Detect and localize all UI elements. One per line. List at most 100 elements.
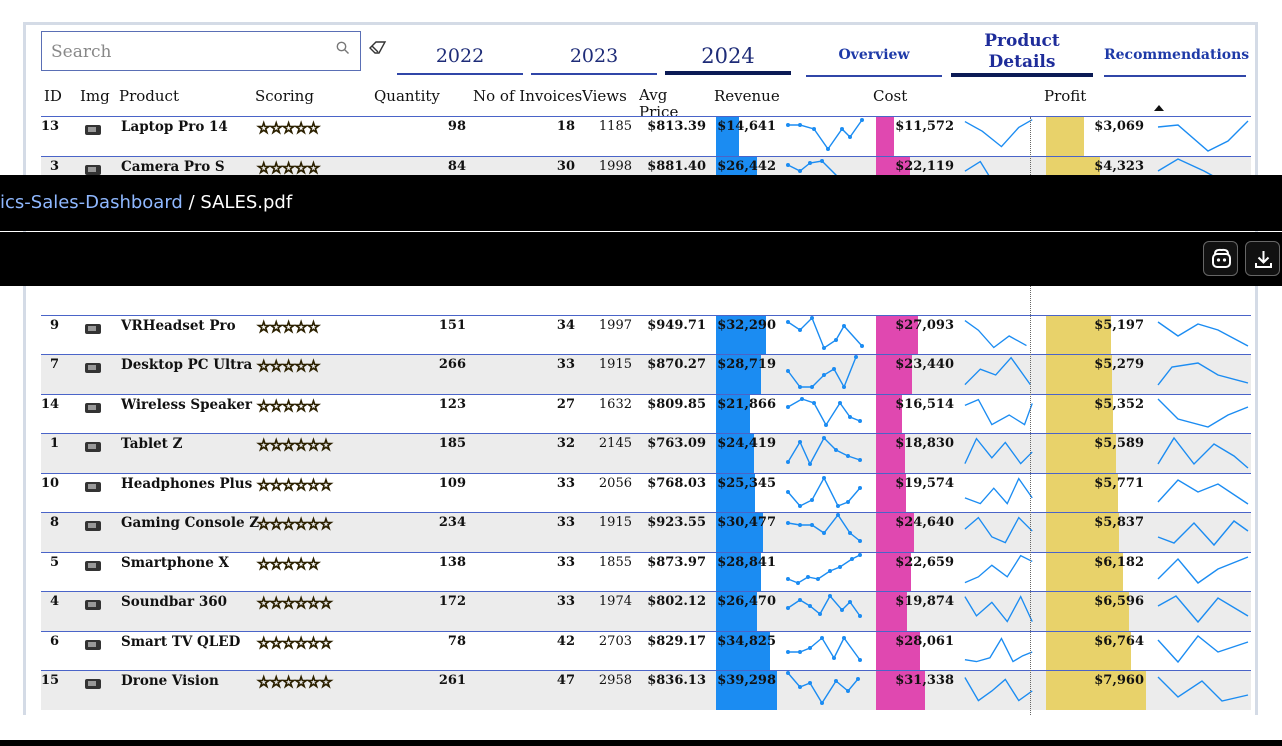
table-row[interactable]: 6 Smart TV QLED ☆☆☆☆☆☆ 78 42 2703 $829.17 $34,8… [41, 631, 1251, 671]
search-box[interactable]: Search [41, 31, 361, 71]
table-row[interactable]: 9 VRHeadset Pro ☆☆☆☆☆ 151 34 1997 $949.71 $32,2… [41, 315, 1251, 355]
cost-value: $19,874 [895, 594, 954, 609]
avg-price-value: $949.71 [647, 318, 706, 333]
breadcrumb-file: SALES.pdf [200, 192, 293, 213]
cost-value: $16,514 [895, 397, 954, 412]
sales-report: Search 2022 2023 2024 Overview Product D… [23, 22, 1258, 715]
table-row[interactable]: 8 Gaming Console Z ☆☆☆☆☆☆ 234 33 1915 $923.55 $… [41, 512, 1251, 552]
col-cost[interactable]: Cost [873, 87, 907, 105]
table-row[interactable]: 14 Wireless Speaker ☆☆☆☆☆ 123 27 1632 $809.85 $… [41, 394, 1251, 434]
tab-2023[interactable]: 2023 [531, 35, 657, 75]
product-name: Laptop Pro 14 [121, 119, 228, 135]
tab-2024[interactable]: 2024 [665, 35, 791, 75]
col-img[interactable]: Img [80, 87, 110, 105]
broken-image-icon [82, 517, 106, 535]
profit-sparkline [1157, 362, 1249, 386]
views-value: 1915 [598, 515, 632, 530]
rating-stars: ☆☆☆☆☆ [257, 357, 321, 376]
product-name: Tablet Z [121, 436, 183, 452]
tab-2022[interactable]: 2022 [397, 35, 523, 75]
profit-value: $4,323 [1094, 159, 1144, 174]
revenue-sparkline [786, 316, 864, 350]
product-name: Gaming Console Z [121, 515, 260, 531]
row-id: 13 [41, 119, 60, 134]
profit-value: $6,596 [1094, 594, 1144, 609]
table-row[interactable]: 5 Smartphone X ☆☆☆☆☆ 138 33 1855 $873.97 $28,84… [41, 552, 1251, 592]
profit-value: $5,589 [1094, 436, 1144, 451]
views-value: 1974 [598, 594, 632, 609]
drone-icon [82, 675, 106, 693]
profit-sparkline [1157, 436, 1249, 469]
col-id[interactable]: ID [44, 87, 62, 105]
views-value: 2056 [598, 476, 632, 491]
avg-price-value: $813.39 [647, 119, 706, 134]
search-input[interactable]: Search [51, 42, 111, 62]
cost-sparkline [964, 554, 1033, 584]
avg-price-value: $870.27 [647, 357, 706, 372]
cost-sparkline [964, 477, 1033, 505]
table-row[interactable]: 13 Laptop Pro 14 ☆☆☆☆☆ 98 18 1185 $813.39 $14,6… [41, 116, 1251, 156]
rating-stars: ☆☆☆☆☆☆ [257, 673, 333, 692]
cost-value: $22,119 [895, 159, 954, 174]
avg-price-value: $763.09 [647, 436, 706, 451]
col-views[interactable]: Views [582, 87, 627, 105]
views-value: 2145 [598, 436, 632, 451]
profit-sparkline [1157, 676, 1249, 702]
col-invoices[interactable]: No of Invoices [473, 87, 582, 105]
revenue-value: $26,442 [717, 159, 776, 174]
profit-value: $6,764 [1094, 634, 1144, 649]
row-id: 1 [49, 436, 59, 451]
col-scoring[interactable]: Scoring [255, 87, 314, 105]
revenue-value: $28,719 [717, 357, 776, 372]
col-quantity[interactable]: Quantity [374, 87, 440, 105]
revenue-value: $28,841 [717, 555, 776, 570]
quantity-value: 234 [438, 515, 466, 530]
breadcrumb-repo-link[interactable]: ics-Sales-Dashboard [0, 192, 183, 213]
headphones-icon [82, 478, 106, 496]
revenue-sparkline [786, 513, 862, 543]
tab-overview[interactable]: Overview [806, 35, 942, 77]
cost-sparkline [964, 595, 1033, 623]
product-name: VRHeadset Pro [121, 318, 236, 334]
views-value: 1855 [598, 555, 632, 570]
table-row[interactable]: 7 Desktop PC Ultra ☆☆☆☆☆ 266 33 1915 $870.27 $2… [41, 354, 1251, 394]
col-profit[interactable]: Profit [1044, 87, 1086, 105]
profit-value: $5,279 [1094, 357, 1144, 372]
cost-value: $28,061 [895, 634, 954, 649]
profit-sparkline [1157, 321, 1249, 347]
views-value: 1632 [598, 397, 632, 412]
revenue-sparkline [786, 118, 864, 151]
tab-product-details[interactable]: Product Details [951, 31, 1093, 77]
breadcrumb-separator: / [182, 192, 201, 213]
viewer-footer [0, 740, 1282, 746]
views-value: 2703 [598, 634, 632, 649]
quantity-value: 84 [447, 159, 466, 174]
col-product[interactable]: Product [119, 87, 179, 105]
revenue-sparkline [786, 594, 862, 618]
eraser-icon[interactable] [369, 41, 387, 55]
table-row[interactable]: 15 Drone Vision ☆☆☆☆☆☆ 261 47 2958 $836.13 $39,… [41, 670, 1251, 710]
product-name: Smartphone X [121, 555, 229, 571]
profit-value: $5,197 [1094, 318, 1144, 333]
revenue-sparkline [786, 636, 862, 662]
cost-sparkline [964, 516, 1033, 544]
rating-stars: ☆☆☆☆☆ [257, 397, 321, 416]
table-row[interactable]: 4 Soundbar 360 ☆☆☆☆☆☆ 172 33 1974 $802.12 $26,4… [41, 591, 1251, 631]
col-revenue[interactable]: Revenue [714, 87, 780, 105]
table-row[interactable]: 10 Headphones Plus ☆☆☆☆☆☆ 109 33 2056 $768.03 $… [41, 473, 1251, 513]
revenue-value: $24,419 [717, 436, 776, 451]
download-button[interactable] [1245, 241, 1280, 276]
vr-headset-icon [82, 320, 106, 338]
cost-sparkline [964, 437, 1033, 465]
table-row[interactable]: 1 Tablet Z ☆☆☆☆☆☆ 185 32 2145 $763.09 $24,419 $1… [41, 433, 1251, 473]
views-value: 1185 [598, 119, 632, 134]
profit-sparkline [1157, 479, 1249, 505]
copilot-button[interactable] [1203, 241, 1238, 276]
tab-recommendations[interactable]: Recommendations [1104, 35, 1249, 77]
invoices-value: 33 [556, 515, 575, 530]
rating-stars: ☆☆☆☆☆☆ [257, 515, 333, 534]
revenue-value: $32,290 [717, 318, 776, 333]
cost-value: $11,572 [895, 119, 954, 134]
invoices-value: 47 [556, 673, 575, 688]
col-avg-price[interactable]: Avg Price [639, 87, 683, 117]
